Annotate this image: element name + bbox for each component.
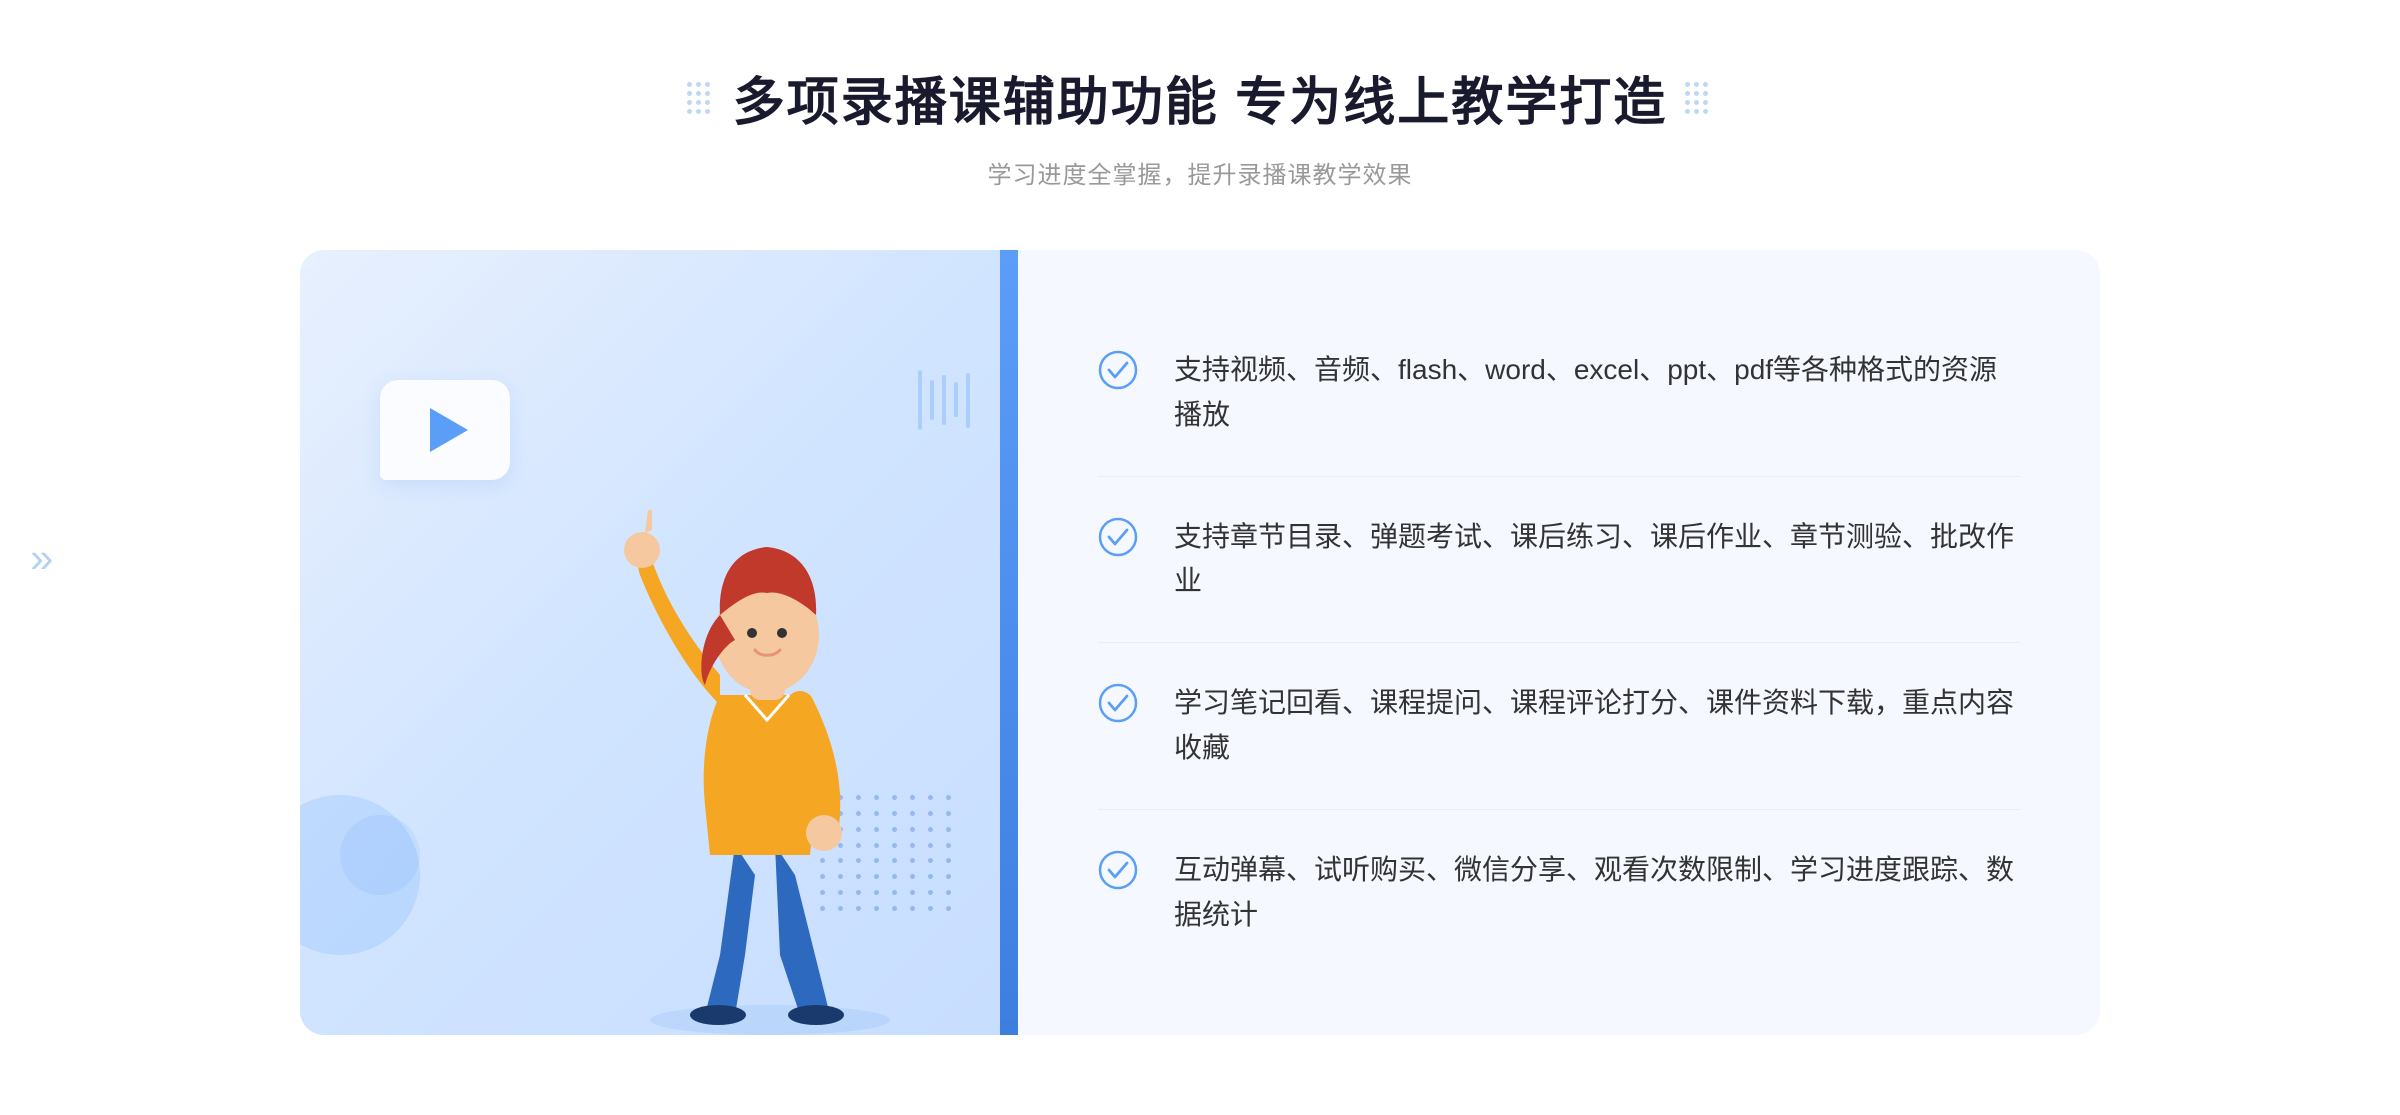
content-area: 支持视频、音频、flash、word、excel、ppt、pdf等各种格式的资源… (300, 250, 2100, 1035)
feature-item-2: 支持章节目录、弹题考试、课后练习、课后作业、章节测验、批改作业 (1098, 477, 2020, 644)
feature-text-4: 互动弹幕、试听购买、微信分享、观看次数限制、学习进度跟踪、数据统计 (1174, 848, 2020, 938)
page-container: 多项录播课辅助功能 专为线上教学打造 学习进度全掌握，提升录播课教学效果 » (0, 0, 2400, 1115)
play-triangle-icon (430, 408, 468, 452)
check-icon-2 (1098, 517, 1138, 557)
feature-item-3: 学习笔记回看、课程提问、课程评论打分、课件资料下载，重点内容收藏 (1098, 643, 2020, 810)
deco-dots-right (1685, 82, 1713, 114)
feature-text-1: 支持视频、音频、flash、word、excel、ppt、pdf等各种格式的资源… (1174, 348, 2020, 438)
check-icon-3 (1098, 683, 1138, 723)
feature-item-1: 支持视频、音频、flash、word、excel、ppt、pdf等各种格式的资源… (1098, 310, 2020, 477)
features-panel: 支持视频、音频、flash、word、excel、ppt、pdf等各种格式的资源… (1018, 250, 2100, 1035)
left-chevron-deco: » (30, 534, 45, 582)
deco-dots-left (687, 82, 715, 114)
illustration-panel (300, 250, 1000, 1035)
check-icon-1 (1098, 350, 1138, 390)
check-icon-4 (1098, 850, 1138, 890)
page-title: 多项录播课辅助功能 专为线上教学打造 (733, 60, 1667, 135)
title-section: 多项录播课辅助功能 专为线上教学打造 (687, 60, 1713, 135)
feature-text-2: 支持章节目录、弹题考试、课后练习、课后作业、章节测验、批改作业 (1174, 515, 2020, 605)
blue-accent-bar (1000, 250, 1018, 1035)
deco-circle-small (340, 815, 420, 895)
person-illustration (580, 475, 960, 1035)
deco-vlines (918, 370, 970, 430)
page-subtitle: 学习进度全掌握，提升录播课教学效果 (988, 155, 1413, 190)
play-bubble (380, 380, 510, 480)
feature-item-4: 互动弹幕、试听购买、微信分享、观看次数限制、学习进度跟踪、数据统计 (1098, 810, 2020, 976)
feature-text-3: 学习笔记回看、课程提问、课程评论打分、课件资料下载，重点内容收藏 (1174, 681, 2020, 771)
